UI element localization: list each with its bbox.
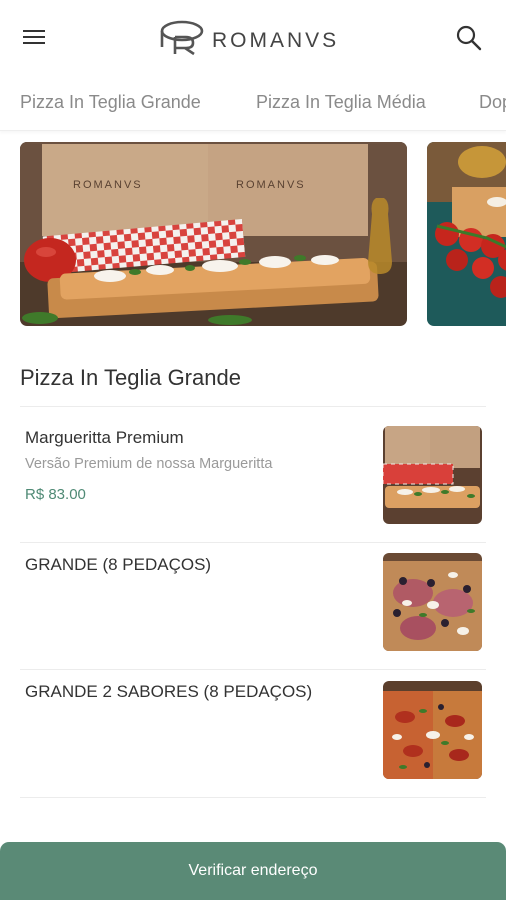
category-tabs: Pizza In Teglia Grande Pizza In Teglia M… [0,76,506,131]
hamburger-menu-icon[interactable] [20,24,50,50]
banner-box-brand-left: ROMANVS [73,179,143,191]
app-header: ROMANVS [0,0,506,76]
search-icon[interactable] [455,24,483,52]
pizza-tomatoes-photo [427,142,506,326]
tab-dop[interactable]: Dop [479,92,506,113]
product-name[interactable]: Margueritta Premium [25,428,184,448]
product-name[interactable]: GRANDE 2 SABORES (8 PEDAÇOS) [25,682,312,702]
romanvs-logo-icon [160,20,204,56]
product-name[interactable]: GRANDE (8 PEDAÇOS) [25,555,211,575]
divider [20,797,486,798]
divider [20,669,486,670]
tab-pizza-in-teglia-grande[interactable]: Pizza In Teglia Grande [20,92,201,113]
two-flavors-pizza-photo [383,681,482,779]
banner-pizza-tomatoes[interactable] [427,142,506,326]
product-image[interactable] [383,681,482,779]
verify-address-label: Verificar endereço [188,862,318,879]
banner-box-brand-right: ROMANVS [236,179,306,191]
divider [20,542,486,543]
brand-name: ROMANVS [212,29,340,52]
verify-address-button[interactable]: Verificar endereço [0,842,506,900]
tab-pizza-in-teglia-media[interactable]: Pizza In Teglia Média [256,92,426,113]
section-title: Pizza In Teglia Grande [20,365,241,390]
pizza-boxes-photo [20,142,407,326]
grande-pizza-photo [383,553,482,651]
product-image[interactable] [383,553,482,651]
banner-pizza-boxes[interactable] [20,142,407,326]
product-price: R$ 83.00 [25,486,86,503]
margherita-pizza-photo [383,426,482,524]
product-image[interactable] [383,426,482,524]
banner-carousel[interactable]: ROMANVS ROMANVS [0,142,506,328]
brand-logo[interactable]: ROMANVS [160,18,339,58]
product-description: Versão Premium de nossa Margueritta [25,456,273,472]
divider [20,406,486,407]
